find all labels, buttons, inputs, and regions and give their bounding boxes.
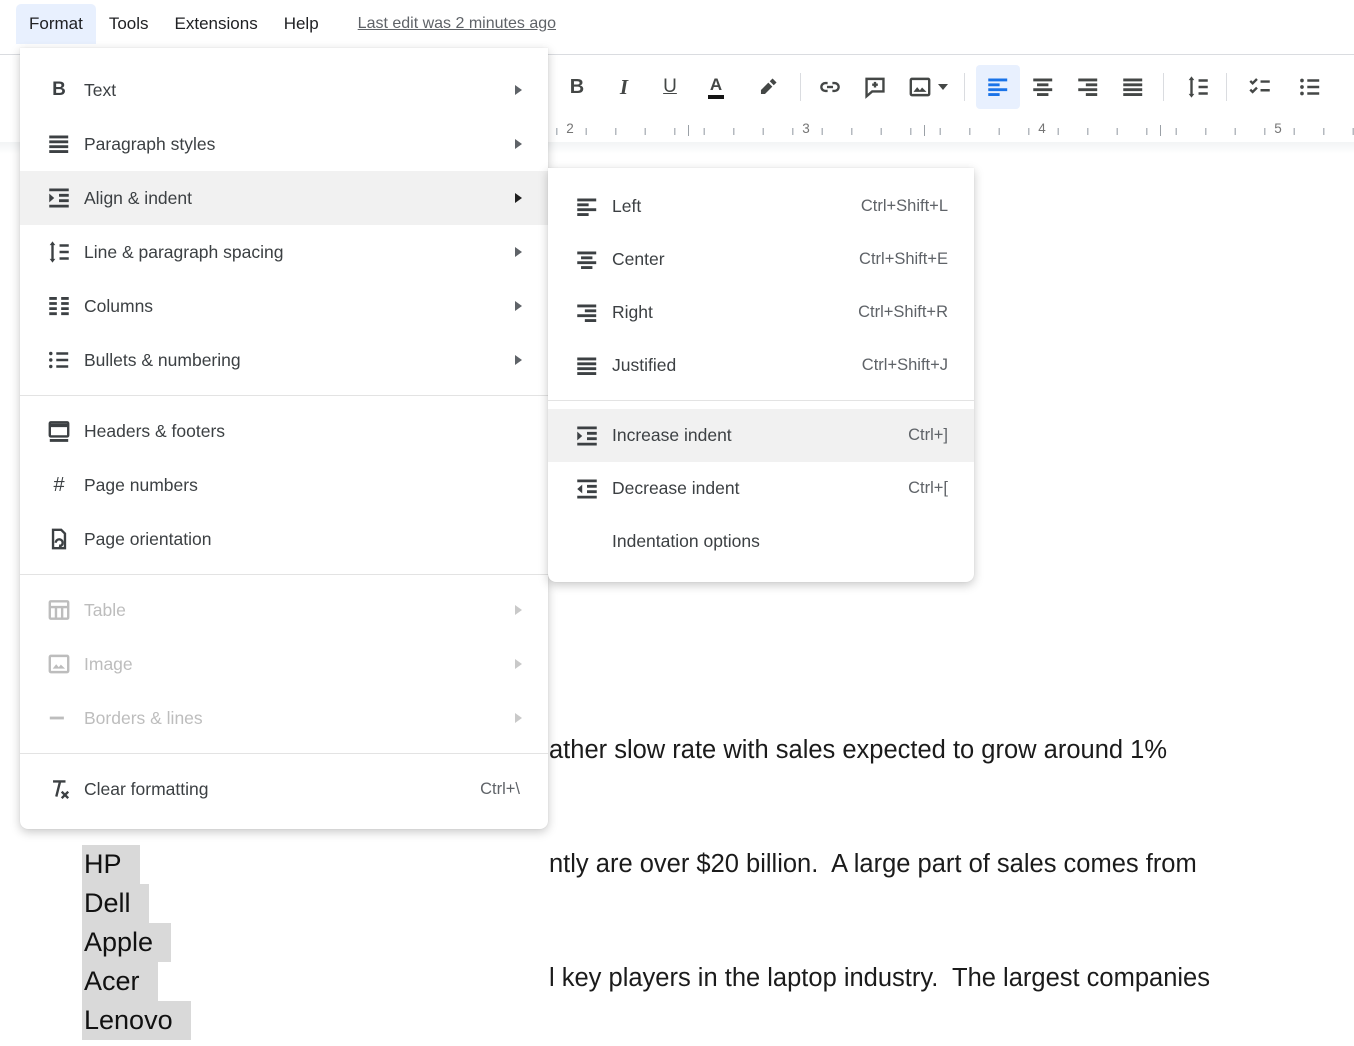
submenu-shortcut: Ctrl+Shift+R <box>858 303 948 322</box>
menu-item-bullets-numbering[interactable]: Bullets & numbering <box>20 333 548 387</box>
submenu-item-label: Center <box>612 249 665 270</box>
google-docs-window: Format Tools Extensions Help Last edit w… <box>0 0 1354 1046</box>
menu-tools[interactable]: Tools <box>96 4 162 44</box>
menu-divider <box>20 753 548 754</box>
menu-item-page-orientation[interactable]: Page orientation <box>20 512 548 566</box>
menu-item-label: Headers & footers <box>84 421 225 442</box>
menu-divider <box>20 574 548 575</box>
menu-extensions[interactable]: Extensions <box>162 4 271 44</box>
menu-item-paragraph-styles[interactable]: Paragraph styles <box>20 117 548 171</box>
submenu-item-label: Decrease indent <box>612 478 739 499</box>
menu-item-clear-formatting[interactable]: Clear formatting Ctrl+\ <box>20 762 548 816</box>
submenu-item-justified[interactable]: Justified Ctrl+Shift+J <box>548 339 974 392</box>
menu-item-label: Text <box>84 80 116 101</box>
list-item: Dell <box>82 884 191 923</box>
justify-icon <box>573 353 601 379</box>
bold-icon: B <box>45 79 73 101</box>
image-icon <box>45 651 73 677</box>
submenu-item-decrease-indent[interactable]: Decrease indent Ctrl+[ <box>548 462 974 515</box>
menu-item-headers-footers[interactable]: Headers & footers <box>20 404 548 458</box>
text-line: ather slow rate with sales expected to g… <box>549 731 1210 769</box>
menu-item-page-numbers[interactable]: # Page numbers <box>20 458 548 512</box>
menu-item-image: Image <box>20 637 548 691</box>
menu-item-label: Image <box>84 654 133 675</box>
text-line: l key players in the laptop industry. Th… <box>549 959 1210 997</box>
decrease-indent-icon <box>573 476 601 502</box>
submenu-item-center[interactable]: Center Ctrl+Shift+E <box>548 233 974 286</box>
submenu-item-label: Increase indent <box>612 425 732 446</box>
submenu-shortcut: Ctrl+Shift+J <box>862 356 948 375</box>
list-item: Acer <box>82 962 191 1001</box>
text-line: ntly are over $20 billion. A large part … <box>549 845 1210 883</box>
align-indent-icon <box>45 185 73 211</box>
menu-item-align-indent[interactable]: Align & indent <box>20 171 548 225</box>
paragraph-styles-icon <box>45 131 73 157</box>
menu-item-label: Page orientation <box>84 529 211 550</box>
bullets-numbering-icon <box>45 347 73 373</box>
page-numbers-icon: # <box>45 474 73 497</box>
menu-item-label: Paragraph styles <box>84 134 215 155</box>
menu-format[interactable]: Format <box>16 4 96 44</box>
submenu-arrow-icon <box>515 139 522 149</box>
page-orientation-icon <box>45 526 73 552</box>
menu-shortcut: Ctrl+\ <box>480 780 520 799</box>
submenu-arrow-icon <box>515 713 522 723</box>
submenu-shortcut: Ctrl+] <box>908 426 948 445</box>
clear-formatting-icon <box>45 776 73 802</box>
menu-item-table: Table <box>20 583 548 637</box>
increase-indent-icon <box>573 423 601 449</box>
borders-lines-icon <box>45 705 73 731</box>
menu-item-label: Align & indent <box>84 188 192 209</box>
menu-item-borders-lines: Borders & lines <box>20 691 548 745</box>
list-item: HP <box>82 845 191 884</box>
menu-item-label: Table <box>84 600 126 621</box>
menu-item-text[interactable]: B Text <box>20 63 548 117</box>
submenu-arrow-icon <box>515 659 522 669</box>
align-indent-submenu: Left Ctrl+Shift+L Center Ctrl+Shift+E Ri… <box>548 168 974 582</box>
menu-divider <box>20 395 548 396</box>
submenu-item-increase-indent[interactable]: Increase indent Ctrl+] <box>548 409 974 462</box>
submenu-arrow-icon <box>515 355 522 365</box>
selected-company-list: HP Dell Apple Acer Lenovo <box>82 845 191 1040</box>
paragraph-text: ather slow rate with sales expected to g… <box>549 655 1210 1046</box>
submenu-item-label: Left <box>612 196 641 217</box>
menu-item-label: Borders & lines <box>84 708 203 729</box>
submenu-arrow-icon <box>515 85 522 95</box>
align-left-icon <box>573 194 601 220</box>
align-right-icon <box>573 300 601 326</box>
submenu-shortcut: Ctrl+Shift+L <box>861 197 948 216</box>
menu-item-label: Columns <box>84 296 153 317</box>
submenu-item-indentation-options[interactable]: Indentation options <box>548 515 974 568</box>
submenu-item-label: Right <box>612 302 653 323</box>
format-menu: B Text Paragraph styles Align & indent <box>20 48 548 829</box>
menu-help[interactable]: Help <box>271 4 332 44</box>
menu-item-label: Clear formatting <box>84 779 209 800</box>
menu-item-line-paragraph-spacing[interactable]: Line & paragraph spacing <box>20 225 548 279</box>
menu-item-label: Page numbers <box>84 475 198 496</box>
submenu-item-right[interactable]: Right Ctrl+Shift+R <box>548 286 974 339</box>
menu-bar: Format Tools Extensions Help Last edit w… <box>0 0 1354 48</box>
submenu-item-left[interactable]: Left Ctrl+Shift+L <box>548 180 974 233</box>
submenu-arrow-icon <box>515 247 522 257</box>
list-item: Lenovo <box>82 1001 191 1040</box>
submenu-item-label: Indentation options <box>612 531 760 552</box>
headers-footers-icon <box>45 418 73 444</box>
line-paragraph-spacing-icon <box>45 239 73 265</box>
menu-item-label: Line & paragraph spacing <box>84 242 283 263</box>
menu-divider <box>548 400 974 401</box>
list-item: Apple <box>82 923 191 962</box>
submenu-shortcut: Ctrl+Shift+E <box>859 250 948 269</box>
columns-icon <box>45 293 73 319</box>
submenu-arrow-icon <box>515 301 522 311</box>
menu-item-label: Bullets & numbering <box>84 350 241 371</box>
submenu-arrow-icon <box>515 605 522 615</box>
submenu-shortcut: Ctrl+[ <box>908 479 948 498</box>
align-center-icon <box>573 247 601 273</box>
table-icon <box>45 597 73 623</box>
last-edit-link[interactable]: Last edit was 2 minutes ago <box>358 15 556 33</box>
submenu-item-label: Justified <box>612 355 676 376</box>
submenu-arrow-icon <box>515 193 522 203</box>
menu-item-columns[interactable]: Columns <box>20 279 548 333</box>
